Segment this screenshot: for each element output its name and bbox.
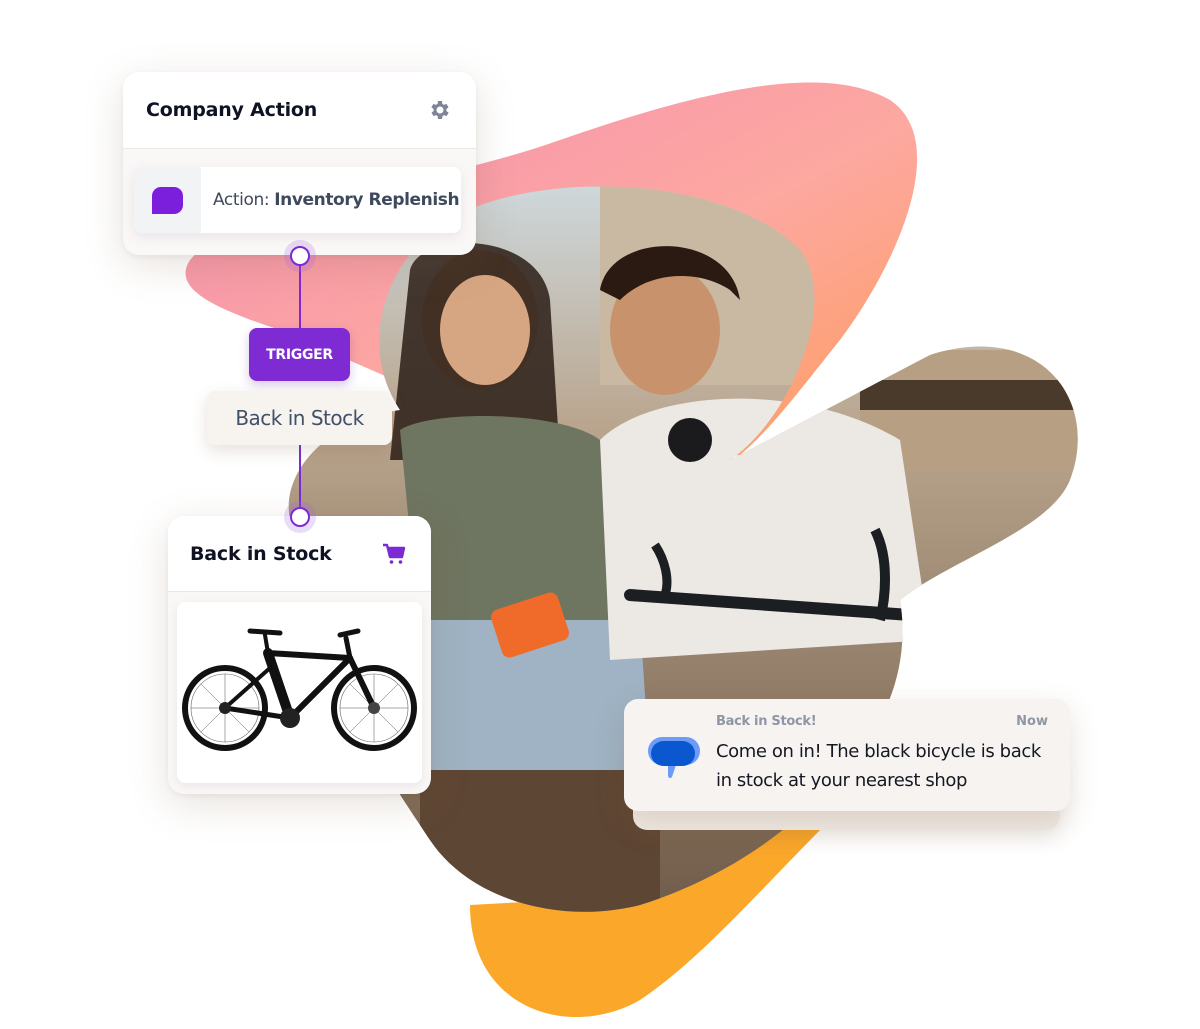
trigger-event-label[interactable]: Back in Stock xyxy=(207,391,392,445)
action-icon-container xyxy=(134,167,201,233)
back-in-stock-card[interactable]: Back in Stock xyxy=(168,516,431,794)
shopping-cart-icon[interactable] xyxy=(382,543,406,565)
company-action-card[interactable]: Company Action Action: Inventory Repleni… xyxy=(123,72,476,255)
action-text: Action: Inventory Replenish xyxy=(213,190,460,210)
message-bubble-icon xyxy=(152,186,183,214)
trigger-badge[interactable]: TRIGGER xyxy=(249,328,350,381)
notification-time: Now xyxy=(1016,714,1048,729)
back-in-stock-header: Back in Stock xyxy=(168,516,431,592)
action-row[interactable]: Action: Inventory Replenish xyxy=(134,167,461,233)
notification-message: Come on in! The black bicycle is back in… xyxy=(716,741,1041,791)
product-image-bicycle[interactable] xyxy=(177,602,422,783)
action-prefix: Action: xyxy=(213,190,275,210)
company-action-header: Company Action xyxy=(123,72,476,149)
bicycle-image xyxy=(181,628,417,751)
connector-line-top xyxy=(299,258,301,330)
gear-icon[interactable] xyxy=(428,98,452,122)
messages-icon xyxy=(648,737,700,779)
connector-node-top[interactable] xyxy=(290,246,310,266)
company-action-title: Company Action xyxy=(146,99,318,121)
action-value: Inventory Replenish xyxy=(274,190,460,210)
back-in-stock-title: Back in Stock xyxy=(190,542,332,565)
marketing-hero: Company Action Action: Inventory Repleni… xyxy=(0,0,1200,1029)
sms-notification[interactable]: Back in Stock! Now Come on in! The black… xyxy=(624,699,1070,811)
notification-app-name: Back in Stock! xyxy=(716,714,817,729)
connector-node-bottom[interactable] xyxy=(290,507,310,527)
